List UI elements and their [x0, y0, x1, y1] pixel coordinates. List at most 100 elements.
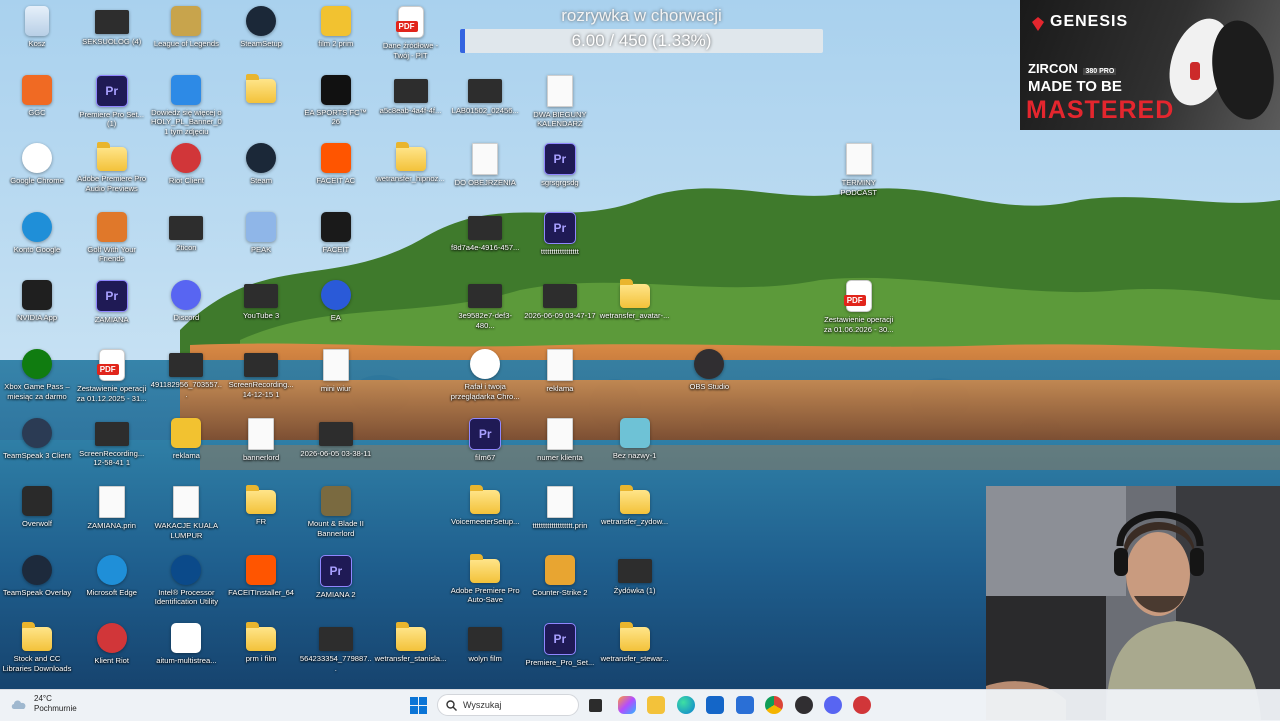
- desktop-icon[interactable]: Rafał i twoja przeglądarka Chro...: [448, 345, 522, 401]
- desktop-icon[interactable]: Pr ZAMIANA 2: [299, 551, 373, 600]
- desktop-icon[interactable]: FACEITInstaller_64: [224, 551, 298, 598]
- desktop-icon[interactable]: wetransfer_stewar...: [598, 619, 672, 664]
- desktop-icon[interactable]: Stock and CC Libraries Downloads: [0, 619, 74, 673]
- outlook-icon[interactable]: [706, 696, 724, 714]
- desktop-icon[interactable]: EA SPORTS FC™ 26: [299, 71, 373, 127]
- desktop-icon[interactable]: LAB01502_02456...: [448, 71, 522, 116]
- desktop-icon[interactable]: PDF Zestawienie operacji za 01.12.2025 - …: [75, 345, 149, 403]
- desktop-icon[interactable]: Pr ZAMIANA: [75, 276, 149, 325]
- desktop-icon[interactable]: reklama: [149, 414, 223, 461]
- desktop-icon[interactable]: Overwolf: [0, 482, 74, 529]
- desktop-icon-label: bannerlord: [242, 452, 280, 462]
- desktop-icon[interactable]: Google Chrome: [0, 139, 74, 186]
- desktop-icon[interactable]: EA: [299, 276, 373, 323]
- desktop-icon[interactable]: numer klienta: [523, 414, 597, 463]
- desktop-icon[interactable]: Adobe Premiere Pro Auto-Save: [448, 551, 522, 605]
- copilot-icon[interactable]: [618, 696, 636, 714]
- desktop-icon[interactable]: SEKSUOLOG (4): [75, 2, 149, 47]
- desktop-icon-label: wetransfer_avatar-...: [599, 311, 670, 321]
- desktop-icon[interactable]: 2026-06-05 03-38-11: [299, 414, 373, 459]
- desktop-icon[interactable]: Kosz: [0, 2, 74, 49]
- desktop-icon[interactable]: OBS Studio: [672, 345, 746, 392]
- desktop-icon[interactable]: FACEIT AC: [299, 139, 373, 186]
- desktop-icon[interactable]: League of Legends: [149, 2, 223, 49]
- desktop-icon[interactable]: Bez nazwy-1: [598, 414, 672, 461]
- desktop-icon[interactable]: 564233354_779887...: [299, 619, 373, 673]
- desktop-icon[interactable]: reklama: [523, 345, 597, 394]
- desktop-icon[interactable]: WAKACJE KUALA LUMPUR: [149, 482, 223, 540]
- desktop-icon[interactable]: bannerlord: [224, 414, 298, 463]
- desktop-icon[interactable]: PDF Dane źródłowe - Twój - PIT: [374, 2, 448, 60]
- desktop-icon[interactable]: Counter-Strike 2: [523, 551, 597, 598]
- desktop-icon[interactable]: NVIDIA App: [0, 276, 74, 323]
- desktop-icon[interactable]: Steam: [224, 139, 298, 186]
- desktop-icon[interactable]: ScreenRecording... 14-12-15 1: [224, 345, 298, 399]
- desktop-icon[interactable]: TeamSpeak Overlay: [0, 551, 74, 598]
- desktop-icon[interactable]: ScreenRecording... 12-58-41 1: [75, 414, 149, 468]
- desktop-icon[interactable]: 2026-06-09 03-47-17: [523, 276, 597, 321]
- desktop-icon[interactable]: f8d7a4e-4916-457...: [448, 208, 522, 253]
- desktop-icon-label: reklama: [546, 384, 574, 393]
- file-explorer-icon[interactable]: [647, 696, 665, 714]
- desktop-icon[interactable]: Pr film67: [448, 414, 522, 463]
- desktop-icon[interactable]: Microsoft Edge: [75, 551, 149, 598]
- desktop-icon[interactable]: DO OBEJRZENIA: [448, 139, 522, 188]
- desktop-icon[interactable]: aitum-multistrea...: [149, 619, 223, 666]
- desktop-icon[interactable]: Klient Riot: [75, 619, 149, 666]
- store-icon[interactable]: [736, 696, 754, 714]
- desktop-icon[interactable]: VoicemeeterSetup...: [448, 482, 522, 527]
- desktop-icon[interactable]: Discord: [149, 276, 223, 323]
- desktop-icon[interactable]: Konto Google: [0, 208, 74, 255]
- desktop-icon[interactable]: FACEIT: [299, 208, 373, 255]
- edge-icon: [22, 211, 52, 242]
- desktop-icon[interactable]: ttttttttttttttttttt.prin: [523, 482, 597, 531]
- desktop-icon[interactable]: Intel® Processor Identification Utility: [149, 551, 223, 607]
- desktop-icon[interactable]: Xbox Game Pass – miesiąc za darmo: [0, 345, 74, 401]
- desktop-icon[interactable]: DWA BIEGUNY KALENDARZ: [523, 71, 597, 129]
- desktop-icon[interactable]: wolyn film: [448, 619, 522, 664]
- desktop-icon[interactable]: Adobe Premiere Pro Audio Previews: [75, 139, 149, 193]
- taskbar-search-box[interactable]: Wyszukaj: [437, 694, 579, 716]
- desktop-icon[interactable]: Golf With Your Friends: [75, 208, 149, 264]
- desktop-icon[interactable]: mini wiur: [299, 345, 373, 394]
- task-view-icon[interactable]: [589, 699, 602, 712]
- desktop-icon[interactable]: 491182956_703557...: [149, 345, 223, 399]
- desktop-icon[interactable]: prm i film: [224, 619, 298, 664]
- desktop-icon[interactable]: PDF Zestawienie operacji za 01.06.2026 - …: [822, 276, 896, 334]
- ad-product: ZIRCON 380 PRO: [1028, 61, 1117, 76]
- desktop-icon[interactable]: PEAK: [224, 208, 298, 255]
- windows-start-icon[interactable]: [410, 697, 427, 714]
- desktop-icon[interactable]: Dowiedz się więcej o HOLY_PL_Banner_01 t…: [149, 71, 223, 137]
- desktop-icon[interactable]: 3e9582e7-def3-480...: [448, 276, 522, 330]
- desktop-icon[interactable]: 2ticon: [149, 208, 223, 253]
- desktop-icon-label: Premiere Pro Set... (1): [79, 109, 144, 129]
- desktop-icon[interactable]: ZAMIANA.prin: [75, 482, 149, 531]
- desktop-icon[interactable]: Pr Premiere Pro Set... (1): [75, 71, 149, 129]
- obs-icon[interactable]: [795, 696, 813, 714]
- desktop-icon[interactable]: [224, 71, 298, 106]
- premiere-project-icon: Pr: [95, 280, 128, 313]
- chrome-icon[interactable]: [765, 696, 783, 714]
- desktop-icon[interactable]: film 2 prim: [299, 2, 373, 49]
- desktop-icon[interactable]: Pr tttttttttttttttttt: [523, 208, 597, 257]
- desktop-icon[interactable]: wetransfer_zydow...: [598, 482, 672, 527]
- desktop-icon[interactable]: Pr Premiere_Pro_Set...: [523, 619, 597, 668]
- riot-client-icon[interactable]: [853, 696, 871, 714]
- desktop-icon[interactable]: TERMINY PODCAST: [822, 139, 896, 197]
- desktop-icon[interactable]: wetransfer_stanisla...: [374, 619, 448, 664]
- desktop-icon[interactable]: Mount & Blade II Bannerlord: [299, 482, 373, 538]
- desktop-icon[interactable]: FR: [224, 482, 298, 527]
- edge-icon[interactable]: [677, 696, 695, 714]
- desktop-icon[interactable]: Riot Client: [149, 139, 223, 186]
- desktop-icon[interactable]: TeamSpeak 3 Client: [0, 414, 74, 461]
- discord-icon[interactable]: [824, 696, 842, 714]
- desktop-icon[interactable]: SteamSetup: [224, 2, 298, 49]
- desktop-icon[interactable]: Żydówka (1): [598, 551, 672, 596]
- desktop-icon[interactable]: a5c8eab-4a4f-4f...: [374, 71, 448, 116]
- desktop-icon[interactable]: YouTube 3: [224, 276, 298, 321]
- desktop-icon[interactable]: GGC: [0, 71, 74, 118]
- desktop-icon[interactable]: wetransfer_hipnoz...: [374, 139, 448, 184]
- desktop-icon[interactable]: Pr sgrsgrgsdg: [523, 139, 597, 188]
- weather-widget[interactable]: 24°C Pochmurnie: [10, 694, 77, 714]
- desktop-icon[interactable]: wetransfer_avatar-...: [598, 276, 672, 321]
